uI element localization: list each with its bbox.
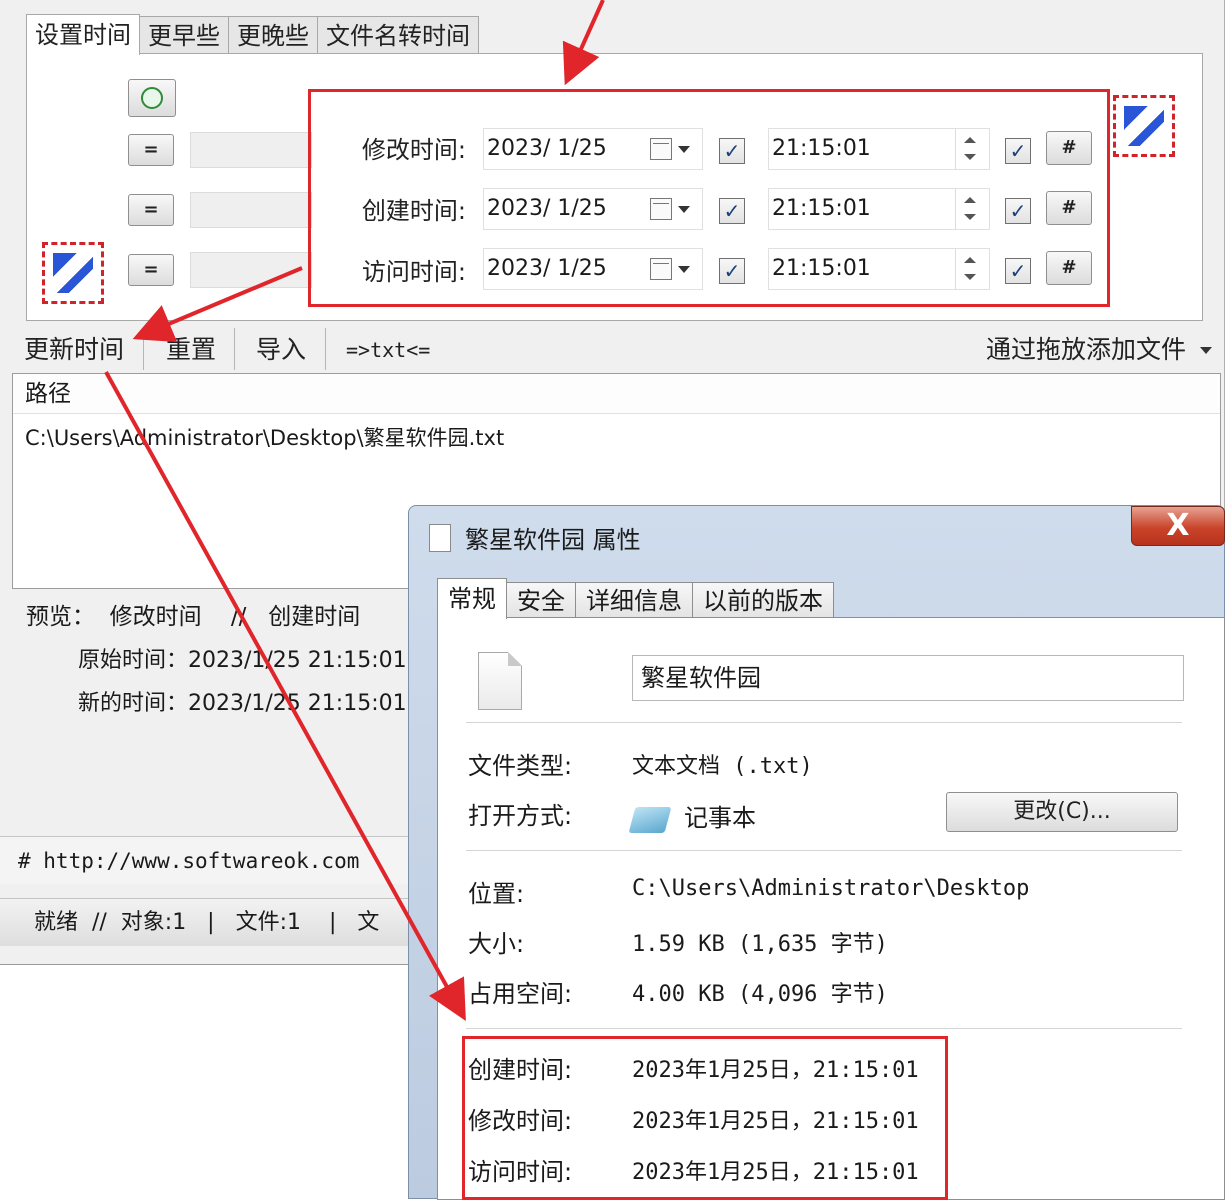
tab-earlier[interactable]: 更早些 — [139, 16, 229, 55]
equal-button-created[interactable]: = — [128, 194, 174, 226]
drag-add-files-label: 通过拖放添加文件 — [986, 335, 1187, 364]
dialog-title: 繁星软件园 属性 — [465, 526, 641, 554]
size-value: 1.59 KB (1,635 字节) — [632, 932, 888, 957]
annotation-highlight-box — [462, 1036, 948, 1200]
clock-icon — [141, 87, 163, 109]
preview-line: 预览： 修改时间 // 创建时间 — [26, 604, 361, 630]
divider — [466, 1028, 1182, 1029]
tab-set-time[interactable]: 设置时间 — [26, 14, 140, 55]
original-time-text: 原始时间：2023/1/25 21:15:01 — [78, 648, 407, 673]
time-tabs: 设置时间 更早些 更晚些 文件名转时间 — [26, 14, 479, 55]
clock-button[interactable] — [128, 79, 176, 117]
toolbar-separator — [325, 328, 326, 370]
offset-field-modified[interactable] — [190, 132, 312, 168]
app-logo-icon — [1113, 95, 1175, 157]
tab-details[interactable]: 详细信息 — [575, 582, 693, 619]
close-button[interactable]: X — [1131, 506, 1225, 546]
offset-field-accessed[interactable] — [190, 252, 312, 288]
update-time-button[interactable]: 更新时间 — [24, 332, 124, 368]
export-txt-button[interactable]: =>txt<= — [346, 332, 430, 368]
file-type-value: 文本文档 (.txt) — [632, 754, 813, 779]
location-label: 位置: — [468, 880, 525, 908]
file-type-label: 文件类型: — [468, 752, 573, 780]
properties-dialog: 繁星软件园 属性 X 常规 安全 详细信息 以前的版本 繁星软件园 文件类型: … — [408, 505, 1225, 1200]
website-link[interactable]: # http://www.softwareok.com — [0, 836, 410, 884]
disk-size-label: 占用空间: — [468, 980, 573, 1008]
divider — [466, 722, 1182, 723]
tab-later[interactable]: 更晚些 — [228, 16, 318, 55]
change-button[interactable]: 更改(C)... — [946, 792, 1178, 832]
text-file-icon — [478, 652, 522, 710]
notepad-icon — [628, 807, 672, 833]
column-header-path[interactable]: 路径 — [13, 374, 1220, 414]
status-bar: 就绪 // 对象:1 | 文件:1 | 文 — [0, 898, 410, 946]
divider — [466, 850, 1182, 851]
location-value: C:\Users\Administrator\Desktop — [632, 876, 1030, 901]
chevron-down-icon[interactable] — [1200, 347, 1212, 354]
disk-size-value: 4.00 KB (4,096 字节) — [632, 982, 888, 1007]
tab-filename-to-time[interactable]: 文件名转时间 — [317, 16, 479, 55]
filename-input[interactable]: 繁星软件园 — [632, 655, 1184, 701]
offset-field-created[interactable] — [190, 192, 312, 228]
open-with-label: 打开方式: — [468, 802, 573, 830]
drag-add-files-menu[interactable]: 通过拖放添加文件 — [986, 332, 1212, 368]
tab-security[interactable]: 安全 — [506, 582, 576, 619]
open-with-value: 记事本 — [684, 804, 756, 832]
toolbar-separator — [234, 328, 235, 370]
list-item[interactable]: C:\Users\Administrator\Desktop\繁星软件园.txt — [25, 422, 504, 452]
general-panel: 繁星软件园 文件类型: 文本文档 (.txt) 打开方式: 记事本 更改(C).… — [437, 617, 1225, 1200]
import-button[interactable]: 导入 — [256, 332, 306, 368]
dialog-tabs: 常规 安全 详细信息 以前的版本 — [437, 578, 834, 619]
equal-button-accessed[interactable]: = — [128, 254, 174, 286]
size-label: 大小: — [468, 930, 525, 958]
reset-button[interactable]: 重置 — [166, 332, 216, 368]
equal-button-modified[interactable]: = — [128, 134, 174, 166]
tab-previous-versions[interactable]: 以前的版本 — [692, 582, 834, 619]
annotation-highlight-box — [308, 89, 1110, 307]
new-time-text: 新的时间：2023/1/25 21:15:01 — [78, 691, 407, 716]
app-logo-icon — [42, 242, 104, 304]
toolbar-separator — [143, 328, 144, 370]
tab-general[interactable]: 常规 — [437, 578, 507, 619]
file-icon — [429, 524, 451, 552]
